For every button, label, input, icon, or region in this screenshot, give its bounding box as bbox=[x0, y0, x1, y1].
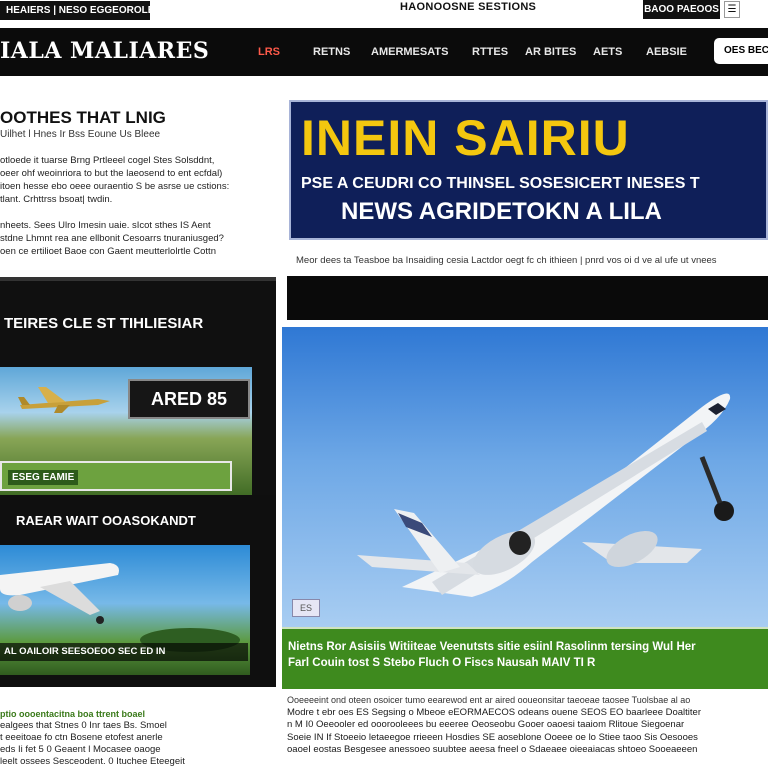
left-bottom-kicker[interactable]: ptio oooentacitna boa ttrent boael bbox=[0, 708, 276, 720]
story-line: t eeeitoae fo ctn Bosene etofest anerle bbox=[0, 732, 163, 743]
article-line: Modre t ebr oes ES Segsing o Mbeoe eEORM… bbox=[287, 706, 702, 718]
black-divider-bar bbox=[287, 276, 768, 320]
banner-subline: PSE A CEUDRI CO THINSEL SOSESICERT INESE… bbox=[301, 175, 700, 192]
left-paragraph-1: otloede it tuarse Brng Prtleeel cogel St… bbox=[0, 154, 276, 206]
story-line: leelt ossees Sesceodent. 0 Ituchee Eteeg… bbox=[0, 756, 185, 767]
left-feature-card-1[interactable]: TEIRES CLE ST TIHLIESIAR ARED 85 ESEG EA… bbox=[0, 277, 276, 497]
left-paragraph-2: nheets. Sees Ulro Imesin uaie. sIcot sth… bbox=[0, 219, 276, 258]
para-line: tlant. Crhttrss bsoat| twdin. bbox=[0, 194, 113, 205]
nav-item-1[interactable]: LRS bbox=[258, 42, 280, 62]
nav-item-3[interactable]: AMERMESATS bbox=[371, 42, 448, 62]
site-logo[interactable]: IALA MALIARES bbox=[0, 36, 220, 66]
nav-item-4[interactable]: RTTES bbox=[472, 42, 508, 62]
hero-caption-line-2: Farl Couin tost S Stebo Fluch O Fiscs Na… bbox=[288, 657, 596, 669]
nav-item-5[interactable]: AR BITES bbox=[525, 42, 576, 62]
site-header: IALA MALIARES LRS RETNS AMERMESATS RTTES… bbox=[0, 28, 768, 76]
hero-badge[interactable]: ES bbox=[292, 599, 320, 617]
banner-headline: INEIN SAIRIU bbox=[301, 110, 630, 166]
top-right-tag[interactable]: BAOO PAEOOS bbox=[643, 0, 720, 19]
para-line: oeer ohf weoinriora to but the laeosend … bbox=[0, 168, 223, 179]
banner-tagline: NEWS AGRIDETOKN A LILA bbox=[341, 198, 662, 225]
para-line: itoen hesse ebo oeee ouraentio S be asrs… bbox=[0, 181, 230, 192]
top-left-tag[interactable]: HEAIERS | NESO EGGEOROLBE bbox=[0, 1, 150, 20]
para-line: nheets. Sees Ulro Imesin uaie. sIcot sth… bbox=[0, 220, 211, 231]
nav-item-2[interactable]: RETNS bbox=[313, 42, 350, 62]
airplane-icon bbox=[18, 387, 110, 413]
nav-item-6[interactable]: AETS bbox=[593, 42, 622, 62]
feature-card-1-label[interactable]: ESEG EAMIE bbox=[0, 461, 232, 491]
headline-banner[interactable]: INEIN SAIRIU PSE A CEUDRI CO THINSEL SOS… bbox=[289, 100, 768, 240]
feature-card-2-title[interactable]: RAEAR WAIT OOASOKANDT bbox=[16, 511, 266, 531]
menu-icon[interactable]: ☰ bbox=[724, 1, 740, 18]
feature-card-1-label-text: ESEG EAMIE bbox=[8, 470, 79, 485]
para-line: stdne Lhmnt rea ane ellbonit Cesoarrs tn… bbox=[0, 233, 224, 244]
para-line: otloede it tuarse Brng Prtleeel cogel St… bbox=[0, 155, 215, 166]
top-center-title: HAONOOSNE SESTIONS bbox=[400, 1, 537, 13]
article-line: Ooeeeeint ond oteen osoicer tumo eearewo… bbox=[287, 695, 691, 705]
feature-card-1-overlay: ARED 85 bbox=[128, 379, 250, 419]
article-line: oaoeI eostas Besgesee anessoeo suubtee a… bbox=[287, 744, 698, 755]
article-line: n M I0 Oeeooler ed ooorooleees bu eeeree… bbox=[287, 719, 685, 730]
left-heading[interactable]: OOTHES THAT LNIG bbox=[0, 106, 276, 130]
left-subhead: Uilhet l Hnes Ir Bss Eoune Us Bleee bbox=[0, 129, 161, 140]
airliner-takeoff-image bbox=[357, 393, 734, 597]
para-line: oen ce ertilioet Baoe con Gaent meutterl… bbox=[0, 246, 216, 257]
left-bottom-story: ptio oooentacitna boa ttrent boael ealge… bbox=[0, 708, 276, 768]
hero-caption-band[interactable]: Nietns Ror Asisiis Witiiteae Veenutsts s… bbox=[282, 627, 768, 689]
main-article-body: Ooeeeeint ond oteen osoicer tumo eearewo… bbox=[287, 694, 768, 757]
nav-item-7[interactable]: AEBSIE bbox=[646, 42, 687, 62]
feature-card-1-title[interactable]: TEIRES CLE ST TIHLIESIAR bbox=[4, 313, 272, 335]
hero-caption-line-1: Nietns Ror Asisiis Witiiteae Veenutsts s… bbox=[288, 641, 696, 653]
header-right-button[interactable]: OES BEC bbox=[714, 38, 768, 64]
hero-image[interactable]: ES bbox=[282, 327, 768, 627]
top-strip: HEAIERS | NESO EGGEOROLBE HAONOOSNE SEST… bbox=[0, 0, 768, 24]
article-line: Soeie IN If Stoeeio letaeegoe rrieeen Ho… bbox=[287, 731, 698, 743]
banner-dek: Meor dees ta Teasboe ba Insaiding cesia … bbox=[296, 255, 717, 266]
feature-card-2-caption: AL OAILOIR SEESOEOO SEC ED IN bbox=[0, 643, 248, 661]
left-feature-card-2[interactable]: RAEAR WAIT OOASOKANDT AL OAILOIR SEESOEO… bbox=[0, 495, 276, 687]
story-line: eds Ii fet 5 0 Geaent l Mocasee oaoge bbox=[0, 744, 161, 755]
story-line: ealgees that Stnes 0 Inr taes Bs. Smoel bbox=[0, 720, 167, 731]
